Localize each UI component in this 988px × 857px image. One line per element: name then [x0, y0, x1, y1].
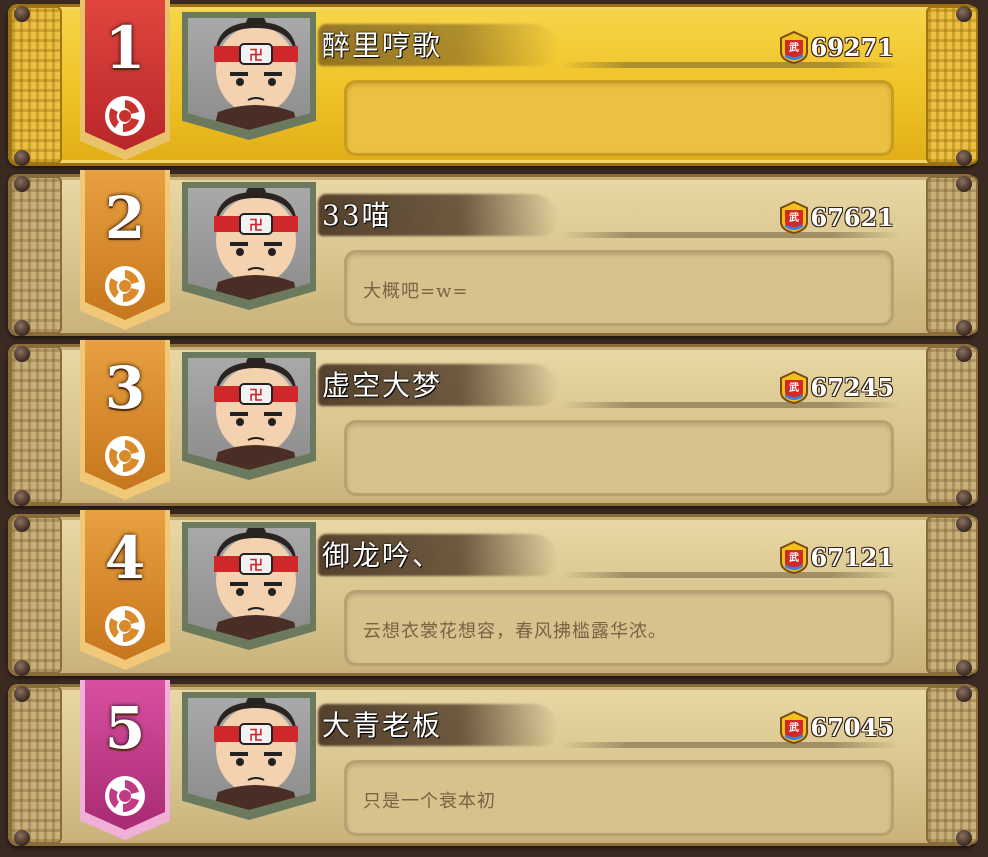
score-display: 武 67045 — [779, 710, 895, 744]
rank-number: 5 — [104, 694, 146, 762]
warrior-avatar-icon: 卍 — [212, 18, 300, 130]
leaderboard-row-2[interactable]: 2 卍 33喵 武 67621 大概吧=w= — [0, 170, 988, 340]
scroll-edge-left — [10, 346, 62, 504]
motto-box: 云想衣裳花想容，春风拂槛露华浓。 — [344, 590, 894, 666]
scroll-knob — [956, 516, 972, 532]
scroll-knob — [14, 176, 30, 192]
rank-number: 3 — [104, 354, 146, 422]
wu-badge-icon: 武 — [779, 30, 808, 64]
leaderboard-row-4[interactable]: 4 卍 御龙吟、 武 67121 云想衣裳花想容，春风拂槛露华浓。 — [0, 510, 988, 680]
warrior-avatar-icon: 卍 — [212, 528, 300, 640]
scroll-edge-left — [10, 176, 62, 334]
motto-box — [344, 80, 894, 156]
motto-box: 只是一个衰本初 — [344, 760, 894, 836]
avatar-frame[interactable]: 卍 — [182, 692, 316, 820]
scroll-edge-right — [926, 516, 978, 674]
player-score: 67621 — [810, 202, 895, 232]
rank-banner: 2 — [80, 170, 170, 330]
svg-text:武: 武 — [789, 551, 799, 564]
avatar-frame[interactable]: 卍 — [182, 352, 316, 480]
warrior-avatar-icon: 卍 — [212, 698, 300, 810]
scroll-edge-left — [10, 686, 62, 844]
player-motto: 大概吧=w= — [363, 281, 469, 302]
scroll-knob — [14, 516, 30, 532]
leaderboard-row-3[interactable]: 3 卍 虚空大梦 武 67245 — [0, 340, 988, 510]
scroll-edge-right — [926, 6, 978, 164]
scroll-knob — [956, 6, 972, 22]
leaderboard-row-5[interactable]: 5 卍 大青老板 武 67045 只是一个衰本初 — [0, 680, 988, 850]
scroll-knob — [14, 830, 30, 846]
wu-badge-icon: 武 — [779, 200, 808, 234]
warrior-avatar-icon: 卍 — [212, 358, 300, 470]
scroll-knob — [956, 150, 972, 166]
wu-badge-icon: 武 — [779, 370, 808, 404]
scroll-edge-right — [926, 346, 978, 504]
player-score: 67045 — [810, 712, 895, 742]
player-motto: 云想衣裳花想容，春风拂槛露华浓。 — [363, 621, 667, 642]
scroll-knob — [956, 346, 972, 362]
rank-number: 2 — [104, 184, 146, 252]
player-name: 虚空大梦 — [322, 369, 443, 402]
swirl-emblem-icon — [105, 776, 145, 816]
swirl-emblem-icon — [105, 266, 145, 306]
player-score: 69271 — [810, 32, 895, 62]
scroll-knob — [956, 490, 972, 506]
player-score: 67121 — [810, 542, 895, 572]
svg-text:卍: 卍 — [249, 388, 263, 404]
player-name: 33喵 — [322, 199, 392, 232]
svg-text:武: 武 — [789, 721, 799, 734]
player-score: 67245 — [810, 372, 895, 402]
scroll-knob — [14, 346, 30, 362]
scroll-edge-left — [10, 516, 62, 674]
svg-text:卍: 卍 — [249, 558, 263, 574]
motto-box: 大概吧=w= — [344, 250, 894, 326]
rank-number: 1 — [104, 14, 146, 82]
scroll-knob — [956, 320, 972, 336]
leaderboard-row-1[interactable]: 1 卍 醉里哼歌 武 69271 — [0, 0, 988, 170]
swirl-emblem-icon — [105, 96, 145, 136]
motto-box — [344, 420, 894, 496]
svg-text:武: 武 — [789, 41, 799, 54]
scroll-knob — [956, 176, 972, 192]
warrior-avatar-icon: 卍 — [212, 188, 300, 300]
scroll-knob — [14, 490, 30, 506]
svg-text:卍: 卍 — [249, 218, 263, 234]
score-display: 武 67621 — [779, 200, 895, 234]
wu-badge-icon: 武 — [779, 710, 808, 744]
scroll-knob — [14, 660, 30, 676]
rank-number: 4 — [104, 524, 146, 592]
player-motto: 只是一个衰本初 — [363, 791, 496, 812]
score-display: 武 67245 — [779, 370, 895, 404]
avatar-frame[interactable]: 卍 — [182, 522, 316, 650]
score-display: 武 69271 — [779, 30, 895, 64]
avatar-frame[interactable]: 卍 — [182, 182, 316, 310]
swirl-emblem-icon — [105, 606, 145, 646]
scroll-knob — [956, 830, 972, 846]
scroll-knob — [14, 686, 30, 702]
svg-text:武: 武 — [789, 381, 799, 394]
scroll-knob — [14, 6, 30, 22]
svg-text:卍: 卍 — [249, 728, 263, 744]
wu-badge-icon: 武 — [779, 540, 808, 574]
scroll-knob — [14, 150, 30, 166]
scroll-edge-left — [10, 6, 62, 164]
rank-banner: 4 — [80, 510, 170, 670]
player-name: 醉里哼歌 — [322, 29, 443, 62]
leaderboard-list: 1 卍 醉里哼歌 武 69271 2 卍 33喵 武 67621 大概吧=w= … — [0, 0, 988, 857]
scroll-knob — [956, 660, 972, 676]
svg-text:武: 武 — [789, 211, 799, 224]
scroll-knob — [956, 686, 972, 702]
rank-banner: 3 — [80, 340, 170, 500]
scroll-edge-right — [926, 176, 978, 334]
scroll-edge-right — [926, 686, 978, 844]
swirl-emblem-icon — [105, 436, 145, 476]
rank-banner: 5 — [80, 680, 170, 840]
score-display: 武 67121 — [779, 540, 895, 574]
scroll-knob — [14, 320, 30, 336]
rank-banner: 1 — [80, 0, 170, 160]
svg-text:卍: 卍 — [249, 48, 263, 64]
avatar-frame[interactable]: 卍 — [182, 12, 316, 140]
player-name: 御龙吟、 — [322, 539, 443, 572]
player-name: 大青老板 — [322, 709, 443, 742]
